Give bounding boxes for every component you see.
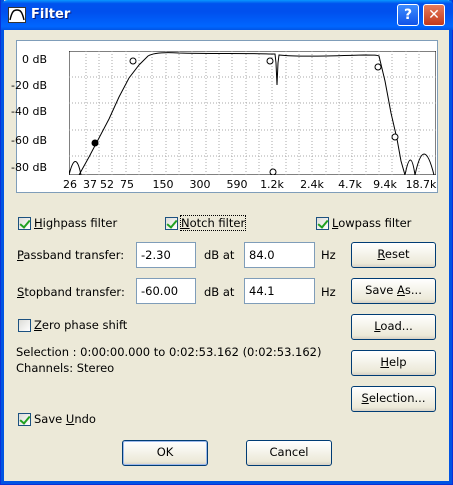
notch-passband-handle[interactable] [266, 57, 274, 65]
zero-phase-shift-checkbox[interactable]: Zero phase shift [18, 318, 127, 332]
window-title: Filter [31, 7, 71, 22]
save-as-button[interactable]: Save As... [351, 278, 436, 304]
passband-at-label: dB at [204, 248, 235, 262]
notch-filter-checkbox[interactable]: Notch filter [165, 215, 247, 231]
lowpass-filter-label: Lowpass filter [332, 216, 412, 230]
save-undo-label: Save Undo [34, 412, 96, 426]
y-tick-label: -80 dB [11, 161, 47, 174]
x-tick-label: 9.4k [373, 178, 397, 191]
passband-hz-input[interactable] [244, 242, 315, 268]
zero-phase-shift-label: Zero phase shift [34, 318, 128, 332]
x-tick-label: 590 [226, 178, 248, 191]
filter-response-graph[interactable]: 0 dB -20 dB -40 dB -60 dB -80 dB 26 37 5… [11, 40, 438, 193]
x-tick-label: 1.2k [260, 178, 284, 191]
save-undo-checkbox[interactable]: Save Undo [18, 412, 96, 426]
title-bar[interactable]: Filter ? ✕ [1, 0, 453, 30]
x-tick-label: 4.7k [338, 178, 362, 191]
lowpass-filter-checkbox[interactable]: Lowpass filter [316, 216, 411, 230]
notch-filter-label: Notch filter [179, 215, 247, 231]
y-tick-label: -20 dB [11, 79, 47, 92]
stopband-db-input[interactable] [136, 278, 196, 304]
x-tick-label: 37 [83, 178, 97, 191]
question-icon: ? [403, 7, 413, 23]
close-button[interactable]: ✕ [423, 4, 445, 26]
x-tick-label: 18.7k [405, 178, 437, 191]
x-tick-label: 75 [120, 178, 134, 191]
x-tick-label: 150 [152, 178, 174, 191]
x-tick-label: 26 [63, 178, 77, 191]
ok-button[interactable]: OK [122, 440, 208, 466]
help-button[interactable]: Help [351, 350, 436, 376]
x-tick-label: 52 [100, 178, 114, 191]
highpass-filter-checkbox[interactable]: Highpass filter [18, 216, 117, 230]
passband-db-input[interactable] [136, 242, 196, 268]
highpass-passband-handle[interactable] [129, 57, 137, 65]
response-plot[interactable] [69, 51, 436, 175]
checkbox-box[interactable] [18, 216, 31, 230]
passband-transfer-label: Passband transfer: [17, 248, 125, 262]
checkbox-box[interactable] [18, 318, 31, 332]
stopband-hz-label: Hz [321, 285, 336, 299]
title-help-button[interactable]: ? [397, 4, 419, 26]
filter-dialog: Filter ? ✕ 0 dB -20 dB -40 dB -60 dB -80… [0, 0, 453, 485]
notch-stopband-handle[interactable] [269, 168, 277, 175]
x-tick-label: 300 [189, 178, 211, 191]
selection-info-text: Selection : 0:00:00.000 to 0:02:53.162 (… [16, 345, 322, 359]
passband-hz-label: Hz [321, 248, 336, 262]
y-tick-label: 0 dB [21, 53, 47, 66]
highpass-filter-label: Highpass filter [34, 216, 118, 230]
checkbox-box[interactable] [165, 216, 178, 230]
checkbox-box[interactable] [18, 412, 31, 426]
cancel-button[interactable]: Cancel [246, 440, 332, 466]
filter-app-icon [8, 7, 26, 23]
stopband-hz-input[interactable] [244, 278, 315, 304]
checkbox-box[interactable] [316, 216, 329, 230]
stopband-at-label: dB at [204, 285, 235, 299]
selection-button[interactable]: Selection... [351, 386, 436, 412]
close-icon: ✕ [428, 7, 440, 23]
lowpass-passband-handle[interactable] [374, 63, 382, 71]
y-tick-label: -60 dB [11, 134, 47, 147]
channels-info-text: Channels: Stereo [16, 361, 115, 375]
y-tick-label: -40 dB [11, 105, 47, 118]
x-tick-label: 2.4k [300, 178, 324, 191]
reset-button[interactable]: Reset [351, 242, 436, 268]
highpass-stopband-handle[interactable] [91, 139, 99, 147]
load-button[interactable]: Load... [351, 314, 436, 340]
lowpass-stopband-handle[interactable] [391, 133, 399, 141]
stopband-transfer-label: Stopband transfer: [17, 285, 125, 299]
